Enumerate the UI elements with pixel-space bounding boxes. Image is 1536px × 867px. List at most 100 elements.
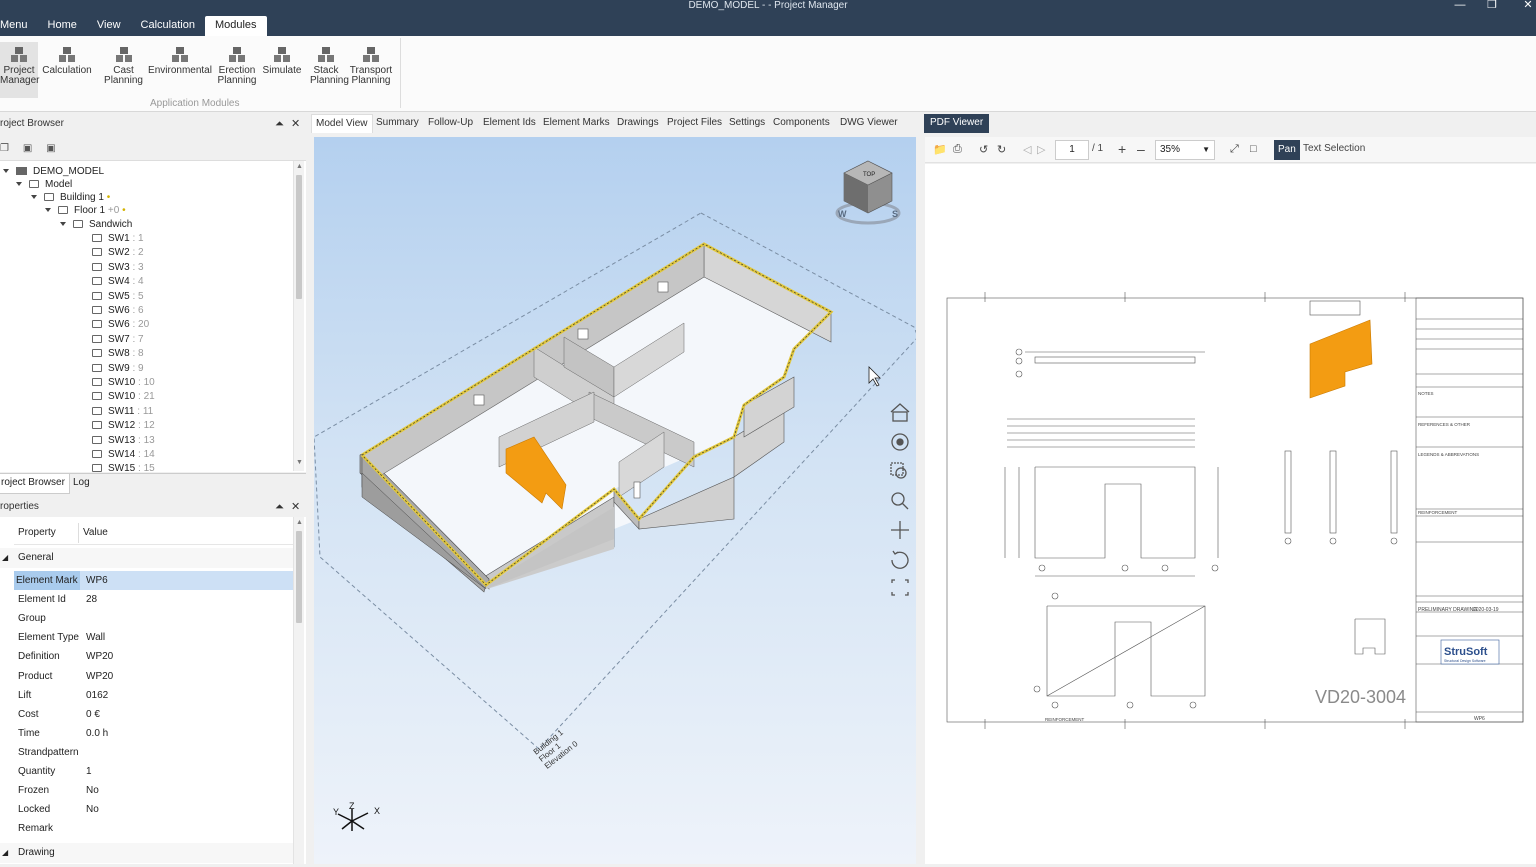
tree-item[interactable]: SW2 : 2	[92, 246, 144, 260]
tab-log[interactable]: Log	[69, 474, 94, 494]
orbit-icon[interactable]	[891, 433, 909, 451]
ribbon-button-6[interactable]: Stack Planning	[310, 42, 349, 98]
ribbon-button-1[interactable]: Calculation	[42, 42, 92, 98]
ribbon-button-0[interactable]: Project Manager	[0, 42, 39, 98]
doc-tab-2[interactable]: Follow-Up	[428, 114, 473, 133]
property-row[interactable]: Lift 0162	[14, 686, 293, 705]
rotate-icon[interactable]	[891, 550, 909, 569]
doc-tab-1[interactable]: Summary	[376, 114, 419, 133]
close-panel-icon[interactable]: ✕	[291, 497, 300, 517]
pdf-page-area[interactable]: NOTES REFERENCES & OTHER LEGENDS & ABBRE…	[925, 164, 1536, 864]
pan-icon[interactable]	[891, 521, 909, 539]
tree-item[interactable]: SW5 : 5	[92, 290, 144, 304]
ribbon-button-2[interactable]: Cast Planning	[101, 42, 146, 98]
tree-item[interactable]: SW6 : 20	[92, 318, 149, 332]
filter-icon[interactable]: ▣	[46, 143, 55, 154]
property-row[interactable]: Element Mark WP6	[14, 571, 293, 590]
property-row[interactable]: Locked No	[14, 800, 293, 819]
browser-scroll-thumb[interactable]	[296, 175, 302, 299]
doc-tab-3[interactable]: Element Ids	[483, 114, 536, 133]
text-selection-button[interactable]: Text Selection	[1303, 143, 1365, 154]
doc-tab-4[interactable]: Element Marks	[543, 114, 610, 133]
ribbon-button-5[interactable]: Simulate	[261, 42, 303, 98]
tree-item[interactable]: SW9 : 9	[92, 362, 144, 376]
tree-item[interactable]: SW10 : 10	[92, 376, 155, 390]
print-icon[interactable]: ⎙	[953, 143, 962, 156]
ribbon-button-3[interactable]: Environmental	[148, 42, 212, 98]
properties-scroll-thumb[interactable]	[296, 531, 302, 623]
property-row[interactable]: Quantity 1	[14, 762, 293, 781]
property-row[interactable]: Definition WP20	[14, 647, 293, 666]
model-canvas[interactable]: Building 1 Floor 1 Elevation 0 TOP W S Z…	[314, 137, 916, 864]
tree-item[interactable]: SW12 : 12	[92, 419, 155, 433]
tab-home[interactable]: Home	[38, 16, 87, 36]
ribbon-button-4[interactable]: Erection Planning	[216, 42, 258, 98]
category-drawing[interactable]: ◢ Drawing	[0, 843, 293, 863]
tab-modules[interactable]: Modules	[204, 16, 267, 36]
tree-item[interactable]: SW3 : 3	[92, 261, 144, 275]
expand-icon[interactable]: ▣	[23, 143, 32, 154]
model-view-3d[interactable]: Building 1 Floor 1 Elevation 0 TOP W S Z…	[314, 137, 916, 864]
pan-button[interactable]: Pan	[1274, 140, 1300, 160]
property-row[interactable]: Strandpattern	[14, 743, 293, 762]
navigation-cube[interactable]: TOP W S	[835, 160, 901, 225]
property-row[interactable]: Element Type Wall	[14, 628, 293, 647]
tree-item[interactable]: SW6 : 6	[92, 304, 144, 318]
property-row[interactable]: Element Id 28	[14, 590, 293, 609]
restore-icon[interactable]: ❐	[1480, 0, 1504, 12]
properties-scrollbar[interactable]: ▲	[293, 517, 304, 864]
tree-model[interactable]: Model	[16, 178, 72, 192]
tree-item[interactable]: SW8 : 8	[92, 347, 144, 361]
doc-tab-8[interactable]: Components	[773, 114, 830, 133]
tree-group[interactable]: Sandwich	[60, 218, 132, 232]
property-row[interactable]: Remark	[14, 819, 293, 838]
property-row[interactable]: Frozen No	[14, 781, 293, 800]
zoom-icon[interactable]	[891, 492, 909, 510]
zoom-in-icon[interactable]: +	[1118, 141, 1126, 157]
close-window-icon[interactable]: ✕	[1516, 0, 1536, 12]
tree-floor[interactable]: Floor 1 +0 •	[45, 204, 126, 218]
browser-scrollbar[interactable]: ▲ ▼	[293, 161, 304, 471]
tree-item[interactable]: SW7 : 7	[92, 333, 144, 347]
home-icon[interactable]	[890, 403, 910, 422]
minimize-icon[interactable]: —	[1448, 0, 1472, 12]
tree-item[interactable]: SW14 : 14	[92, 448, 155, 462]
tree-item[interactable]: SW13 : 13	[92, 434, 155, 448]
fit-page-icon[interactable]: ⤢	[1230, 143, 1239, 156]
zoom-window-icon[interactable]	[890, 462, 907, 479]
pin-icon[interactable]: ⏶	[275, 497, 284, 517]
property-row[interactable]: Cost 0 €	[14, 705, 293, 724]
zoom-out-icon[interactable]: –	[1137, 141, 1145, 157]
category-general[interactable]: ◢ General	[0, 548, 293, 568]
doc-tab-7[interactable]: Settings	[729, 114, 765, 133]
building-model[interactable]	[359, 242, 834, 593]
rotate-left-icon[interactable]: ↺	[979, 143, 988, 156]
fit-width-icon[interactable]: □	[1250, 143, 1257, 155]
next-page-icon[interactable]: ▷	[1037, 143, 1045, 156]
doc-tab-9[interactable]: DWG Viewer	[840, 114, 898, 133]
rotate-right-icon[interactable]: ↻	[997, 143, 1006, 156]
property-row[interactable]: Time 0.0 h	[14, 724, 293, 743]
prev-page-icon[interactable]: ◁	[1023, 143, 1031, 156]
property-row[interactable]: Product WP20	[14, 667, 293, 686]
tree-root[interactable]: DEMO_MODEL	[3, 165, 104, 179]
tree-item[interactable]: SW11 : 11	[92, 405, 153, 419]
page-number-input[interactable]: 1	[1055, 140, 1089, 160]
tree-item[interactable]: SW1 : 1	[92, 232, 144, 246]
doc-tab-0[interactable]: Model View	[311, 114, 373, 133]
tab-view[interactable]: View	[87, 16, 131, 36]
tree-item[interactable]: SW10 : 21	[92, 390, 155, 404]
open-icon[interactable]: 📁	[933, 143, 947, 156]
pin-icon[interactable]: ⏶	[275, 114, 284, 134]
zoom-select[interactable]: 35% ▼	[1155, 140, 1215, 160]
tab-menu[interactable]: Menu	[0, 16, 38, 36]
tree-building[interactable]: Building 1 •	[31, 191, 110, 205]
ribbon-button-7[interactable]: Transport Planning	[349, 42, 393, 98]
tab-project-browser[interactable]: roject Browser	[0, 474, 70, 494]
collapse-all-icon[interactable]: ❐	[0, 143, 9, 154]
tab-pdf-viewer[interactable]: PDF Viewer	[924, 114, 990, 133]
tab-calculation[interactable]: Calculation	[131, 16, 205, 36]
doc-tab-5[interactable]: Drawings	[617, 114, 659, 133]
property-row[interactable]: Group	[14, 609, 293, 628]
doc-tab-6[interactable]: Project Files	[667, 114, 722, 133]
